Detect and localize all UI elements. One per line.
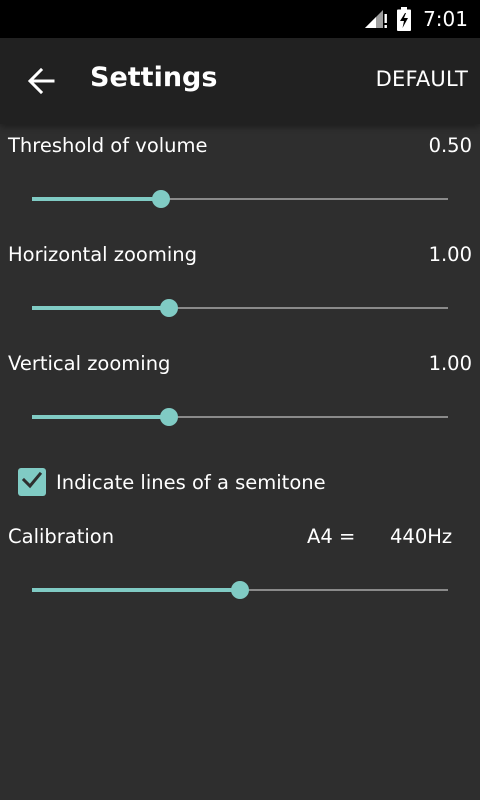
calibration-value: 440Hz [390, 525, 453, 548]
calibration-note: A4 = [307, 525, 356, 548]
slider-fill [32, 306, 170, 310]
slider-thumb[interactable] [160, 299, 179, 317]
slider-thumb[interactable] [231, 581, 249, 599]
threshold-label: Threshold of volume [8, 134, 208, 157]
battery-charging-icon [397, 7, 412, 31]
slider-fill [32, 588, 240, 592]
signal-icon [363, 8, 389, 30]
horizontal-zoom-slider[interactable] [32, 293, 448, 323]
check-icon [21, 469, 43, 495]
slider-fill [32, 415, 170, 419]
slider-thumb[interactable] [151, 190, 170, 208]
status-icons: 7:01 [363, 0, 468, 38]
status-bar: 7:01 [0, 0, 480, 38]
vertical-zoom-slider[interactable] [32, 402, 448, 432]
status-time: 7:01 [423, 7, 468, 31]
horizontal-zoom-label: Horizontal zooming [8, 243, 198, 266]
calibration-label: Calibration [8, 525, 115, 548]
semitone-label: Indicate lines of a semitone [56, 470, 326, 494]
semitone-checkbox[interactable] [18, 468, 46, 496]
vertical-zoom-label: Vertical zooming [8, 352, 171, 375]
horizontal-zoom-value: 1.00 [428, 243, 472, 266]
page-title: Settings [90, 62, 218, 93]
arrow-left-icon[interactable] [26, 66, 56, 96]
default-button[interactable]: DEFAULT [376, 67, 468, 91]
app-bar: Settings DEFAULT [0, 38, 480, 124]
vertical-zoom-value: 1.00 [428, 352, 472, 375]
threshold-slider[interactable] [32, 184, 448, 214]
semitone-checkbox-row[interactable]: Indicate lines of a semitone [18, 468, 326, 496]
slider-fill [32, 197, 161, 201]
threshold-value: 0.50 [428, 134, 472, 157]
slider-thumb[interactable] [160, 408, 179, 426]
settings-list: Threshold of volume 0.50 Horizontal zoom… [0, 124, 480, 800]
calibration-slider[interactable] [32, 575, 448, 605]
